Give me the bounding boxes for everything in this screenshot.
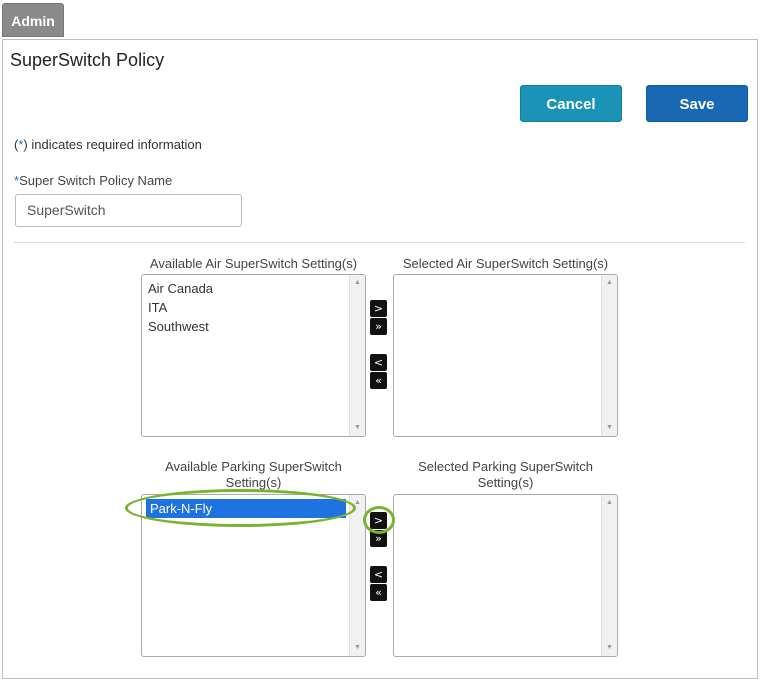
available-parking-items: Park-N-Fly <box>142 495 350 656</box>
scroll-down-icon[interactable]: ▼ <box>602 422 617 434</box>
selected-air-list[interactable]: ▲ ▼ <box>393 274 618 437</box>
available-air-items: Air Canada ITA Southwest <box>142 275 350 436</box>
parking-move-left-button[interactable]: < <box>370 566 387 583</box>
scroll-down-icon[interactable]: ▼ <box>602 642 617 654</box>
air-move-all-right-button[interactable]: » <box>370 318 387 335</box>
air-move-all-left-button[interactable]: « <box>370 372 387 389</box>
cancel-button[interactable]: Cancel <box>520 85 622 122</box>
scroll-up-icon[interactable]: ▲ <box>350 497 365 509</box>
selected-parking-list[interactable]: ▲ ▼ <box>393 494 618 657</box>
scroll-down-icon[interactable]: ▼ <box>350 422 365 434</box>
air-move-right-button[interactable]: > <box>370 300 387 317</box>
list-scrollbar[interactable]: ▲ ▼ <box>601 275 617 436</box>
list-scrollbar[interactable]: ▲ ▼ <box>601 495 617 656</box>
selected-air-label: Selected Air SuperSwitch Setting(s) <box>402 256 609 271</box>
policy-name-label: *Super Switch Policy Name <box>14 173 172 188</box>
list-scrollbar[interactable]: ▲ ▼ <box>349 275 365 436</box>
section-divider <box>14 242 745 243</box>
air-move-left-button[interactable]: < <box>370 354 387 371</box>
list-scrollbar[interactable]: ▲ ▼ <box>349 495 365 656</box>
list-item-selected[interactable]: Park-N-Fly <box>146 499 346 518</box>
available-air-list[interactable]: Air Canada ITA Southwest ▲ ▼ <box>141 274 366 437</box>
policy-name-label-text: Super Switch Policy Name <box>19 173 173 188</box>
selected-air-items <box>394 275 602 436</box>
parking-move-all-right-button[interactable]: » <box>370 530 387 547</box>
available-parking-label: Available Parking SuperSwitch Setting(s) <box>165 459 342 490</box>
required-note: (*) indicates required information <box>14 137 202 152</box>
available-air-label: Available Air SuperSwitch Setting(s) <box>149 256 358 271</box>
selected-parking-label: Selected Parking SuperSwitch Setting(s) <box>418 459 593 490</box>
page-title: SuperSwitch Policy <box>10 50 165 70</box>
required-note-text: ) indicates required information <box>23 137 202 152</box>
available-parking-list[interactable]: Park-N-Fly ▲ ▼ <box>141 494 366 657</box>
list-item[interactable]: ITA <box>142 298 350 317</box>
scroll-down-icon[interactable]: ▼ <box>350 642 365 654</box>
list-item[interactable]: Air Canada <box>142 279 350 298</box>
save-button[interactable]: Save <box>646 85 748 122</box>
policy-name-input[interactable]: SuperSwitch <box>15 194 242 227</box>
scroll-up-icon[interactable]: ▲ <box>350 277 365 289</box>
parking-move-all-left-button[interactable]: « <box>370 584 387 601</box>
scroll-up-icon[interactable]: ▲ <box>602 277 617 289</box>
list-item[interactable]: Southwest <box>142 317 350 336</box>
parking-move-right-button[interactable]: > <box>370 512 387 529</box>
admin-tab[interactable]: Admin <box>2 3 64 37</box>
selected-parking-items <box>394 495 602 656</box>
scroll-up-icon[interactable]: ▲ <box>602 497 617 509</box>
